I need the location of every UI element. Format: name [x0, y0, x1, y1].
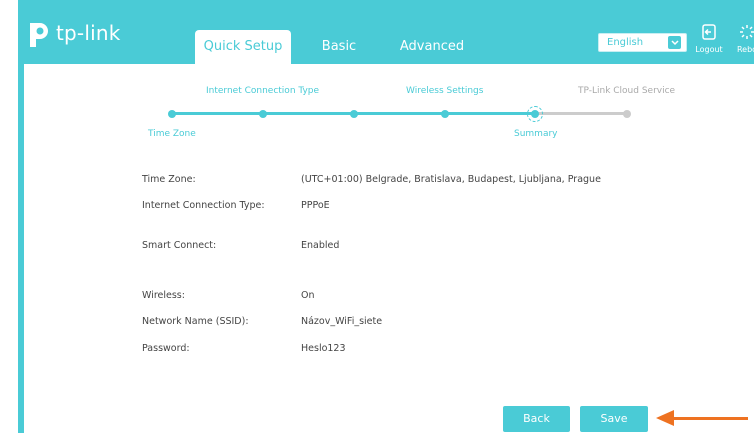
reboot-label: Rebo — [736, 45, 754, 54]
time-zone-value: (UTC+01:00) Belgrade, Bratislava, Budape… — [301, 174, 601, 185]
annotation-arrow-icon — [656, 410, 674, 426]
save-button[interactable]: Save — [580, 406, 648, 432]
step-wireless-settings: Wireless Settings — [406, 86, 484, 96]
tab-basic[interactable]: Basic — [309, 30, 369, 64]
password-label: Password: — [142, 343, 190, 354]
progress-dot — [259, 110, 267, 118]
logo-text: tp-link — [56, 21, 121, 45]
step-internet-connection-type: Internet Connection Type — [206, 86, 320, 96]
main-panel — [24, 64, 754, 433]
wireless-label: Wireless: — [142, 290, 185, 301]
password-value: Heslo123 — [301, 343, 346, 354]
connection-type-label: Internet Connection Type: — [142, 200, 265, 211]
time-zone-label: Time Zone: — [142, 174, 196, 185]
reboot-icon — [739, 25, 754, 44]
language-select[interactable]: English — [598, 33, 687, 52]
progress-dot — [441, 110, 449, 118]
logout-icon — [702, 24, 716, 44]
annotation-arrow-shaft — [672, 417, 748, 420]
back-button[interactable]: Back — [503, 406, 570, 432]
smart-connect-label: Smart Connect: — [142, 240, 217, 251]
logout-button[interactable]: Logout — [694, 24, 724, 54]
progress-dot — [350, 110, 358, 118]
header-bar — [18, 0, 754, 64]
connection-type-value: PPPoE — [301, 200, 330, 211]
progress-track-remaining — [535, 112, 627, 115]
wireless-value: On — [301, 290, 315, 301]
chevron-down-icon — [668, 36, 681, 49]
progress-dot — [168, 110, 176, 118]
tab-advanced[interactable]: Advanced — [392, 30, 472, 64]
language-value: English — [607, 37, 644, 48]
tp-link-logo-icon — [26, 19, 52, 47]
step-summary: Summary — [514, 129, 558, 139]
progress-dot-current-core — [531, 110, 539, 118]
tab-quick-setup[interactable]: Quick Setup — [195, 30, 291, 64]
progress-dot-pending — [623, 110, 631, 118]
tp-link-logo: tp-link — [26, 18, 121, 48]
ssid-value: Názov_WiFi_siete — [301, 316, 383, 327]
ssid-label: Network Name (SSID): — [142, 316, 249, 327]
logout-label: Logout — [695, 45, 723, 54]
smart-connect-value: Enabled — [301, 240, 340, 251]
reboot-button[interactable]: Rebo — [732, 24, 754, 54]
step-tp-link-cloud-service: TP-Link Cloud Service — [578, 86, 676, 96]
step-time-zone: Time Zone — [148, 129, 196, 139]
